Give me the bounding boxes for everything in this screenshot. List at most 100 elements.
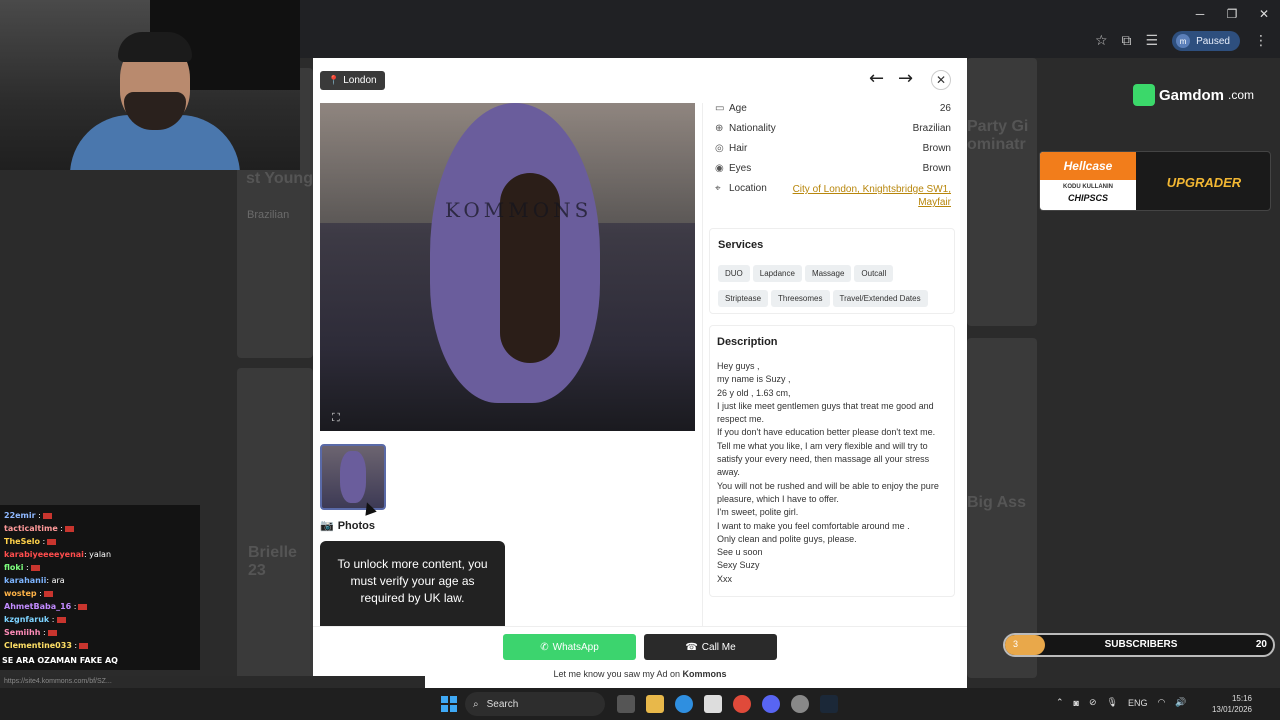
sponsor-banner: Hellcase KODU KULLANIN CHIPSCS UPGRADER [1039, 151, 1271, 211]
taskbar-search[interactable]: ⌕ Search [465, 692, 605, 716]
menu-icon[interactable]: ⋮ [1254, 33, 1268, 49]
close-modal-button[interactable]: ✕ [931, 70, 951, 90]
detail-row-location: ⌖ Location City of London, Knightsbridge… [709, 183, 955, 213]
eye-icon: ◉ [715, 163, 724, 174]
description-line: respect me. [717, 414, 765, 425]
chat-message: wostep : [0, 587, 200, 600]
globe-icon: ⊕ [715, 123, 724, 134]
reading-list-icon[interactable]: ☰ [1146, 33, 1159, 49]
chat-message: Semiihh : [0, 626, 200, 639]
main-photo[interactable]: KOMMONS ⛶ [320, 103, 695, 431]
age-verification-notice[interactable]: To unlock more content, you must verify … [320, 541, 505, 631]
detail-row-hair: ◎ Hair Brown [709, 143, 955, 163]
wifi-icon[interactable]: ◠ [1157, 697, 1165, 708]
chat-message: TheSelo : [0, 535, 200, 548]
photo-thumbnail[interactable] [320, 444, 386, 510]
settings-icon[interactable] [791, 695, 809, 713]
taskbar-clock[interactable]: 15:16 13/01/2026 [1206, 693, 1252, 715]
column-divider [702, 103, 703, 633]
chat-message: karahanii: ara [0, 574, 200, 587]
listing-card-age: 23 [248, 562, 266, 579]
minimize-button[interactable]: ─ [1184, 0, 1216, 28]
chat-text: : ara [46, 576, 65, 585]
detail-row-eyes: ◉ Eyes Brown [709, 163, 955, 183]
location-link[interactable]: City of London, Knightsbridge SW1, [793, 183, 951, 196]
hellcase-code: CHIPSCS [1067, 193, 1108, 203]
listing-card-title: Big Ass [967, 494, 1026, 511]
webcam-overlay [0, 0, 300, 170]
language-indicator[interactable]: ENG [1128, 698, 1148, 708]
description-line: satisfy your every need, then massage al… [717, 454, 930, 465]
stream-chat: 22emir : tacticaltime : TheSelo : karabi… [0, 505, 200, 670]
restore-button[interactable]: ❐ [1216, 0, 1248, 28]
photos-heading-label: Photos [337, 519, 375, 532]
description-line: Hey guys , [717, 361, 760, 371]
detail-label: Nationality [729, 123, 776, 134]
location-pin-icon: ⌖ [715, 183, 721, 194]
hellcase-tagline: KODU KULLANIN [1063, 184, 1113, 190]
hair-icon: ◎ [715, 143, 724, 154]
next-arrow-icon[interactable]: → [898, 68, 913, 89]
profile-button[interactable]: m Paused [1172, 31, 1240, 51]
chrome-icon[interactable] [733, 695, 751, 713]
store-icon[interactable] [704, 695, 722, 713]
chevron-up-icon[interactable]: ⌃ [1056, 697, 1064, 708]
gamdom-name: Gamdom [1159, 86, 1225, 104]
description-line: pleasure, which I have to offer. [717, 493, 839, 504]
detail-value: Brown [922, 143, 951, 154]
discord-tray-icon[interactable]: ◙ [1074, 698, 1079, 708]
chat-user: kzgnfaruk [4, 615, 50, 624]
network-off-icon[interactable]: ⊘ [1089, 697, 1097, 708]
extensions-icon[interactable]: ⧉ [1122, 33, 1132, 49]
listing-card-nationality: Brazilian [247, 209, 290, 221]
services-card: Services DUO Lapdance Massage Outcall Stript… [709, 228, 955, 314]
taskbar-apps [617, 695, 838, 713]
description-card: Description Hey guys , my name is Suzy ,… [709, 325, 955, 597]
detail-label: Hair [729, 143, 748, 154]
description-line: You will not be rushed and will be able … [717, 480, 939, 491]
whatsapp-label: WhatsApp [552, 641, 599, 653]
close-window-button[interactable]: ✕ [1248, 0, 1280, 28]
listing-card[interactable] [967, 58, 1037, 326]
description-text: Hey guys , my name is Suzy , 26 y old , … [717, 360, 947, 586]
description-line: I want to make you feel comfortable arou… [717, 520, 910, 531]
windows-start-icon[interactable] [441, 696, 457, 712]
call-me-button[interactable]: ☎ Call Me [644, 634, 777, 660]
task-view-icon[interactable] [617, 695, 635, 713]
taskbar-search-label: Search [486, 698, 519, 710]
whatsapp-button[interactable]: ✆ WhatsApp [503, 634, 636, 660]
previous-arrow-icon[interactable]: ← [869, 68, 884, 89]
detail-value: Brown [922, 163, 951, 174]
location-badge-label: London [343, 75, 377, 86]
location-link[interactable]: Mayfair [918, 196, 951, 209]
chat-message: tacticaltime : [0, 522, 200, 535]
chat-message: Clementine033 : [0, 639, 200, 652]
footer-note-text: Let me know you saw my Ad on [553, 669, 681, 679]
description-line: Sexy Suzy [717, 560, 760, 571]
microphone-icon[interactable]: 🎙 [1107, 697, 1118, 708]
subscriber-goal-bar: 3 SUBSCRIBERS 20 [1003, 633, 1275, 657]
hellcase-logo: Hellcase [1040, 152, 1136, 180]
fullscreen-icon[interactable]: ⛶ [332, 411, 340, 425]
volume-icon[interactable]: 🔊 [1175, 697, 1186, 708]
chat-user: TheSelo [4, 537, 41, 546]
bookmark-star-icon[interactable]: ☆ [1095, 33, 1108, 49]
toolbar-icons: ☆ ⧉ ☰ m Paused ⋮ [1095, 31, 1268, 51]
chat-message: kzgnfaruk : [0, 613, 200, 626]
description-heading: Description [717, 336, 778, 348]
search-icon: ⌕ [473, 698, 479, 710]
detail-label: Location [729, 183, 767, 194]
discord-icon[interactable] [762, 695, 780, 713]
file-explorer-icon[interactable] [646, 695, 664, 713]
chat-text: : yalan [83, 550, 112, 559]
chat-user: wostep [4, 589, 37, 598]
steam-icon[interactable] [820, 695, 838, 713]
clock-time: 15:16 [1231, 694, 1252, 703]
chat-user: floki [4, 563, 24, 572]
profile-modal: 📍 London ← → ✕ KOMMONS ⛶ 📷 Photos To unl… [313, 58, 967, 688]
description-line: Xxx [717, 573, 733, 584]
edge-icon[interactable] [675, 695, 693, 713]
profile-status: Paused [1196, 35, 1230, 47]
listing-card[interactable] [237, 368, 313, 688]
service-tag: Massage [804, 265, 852, 282]
